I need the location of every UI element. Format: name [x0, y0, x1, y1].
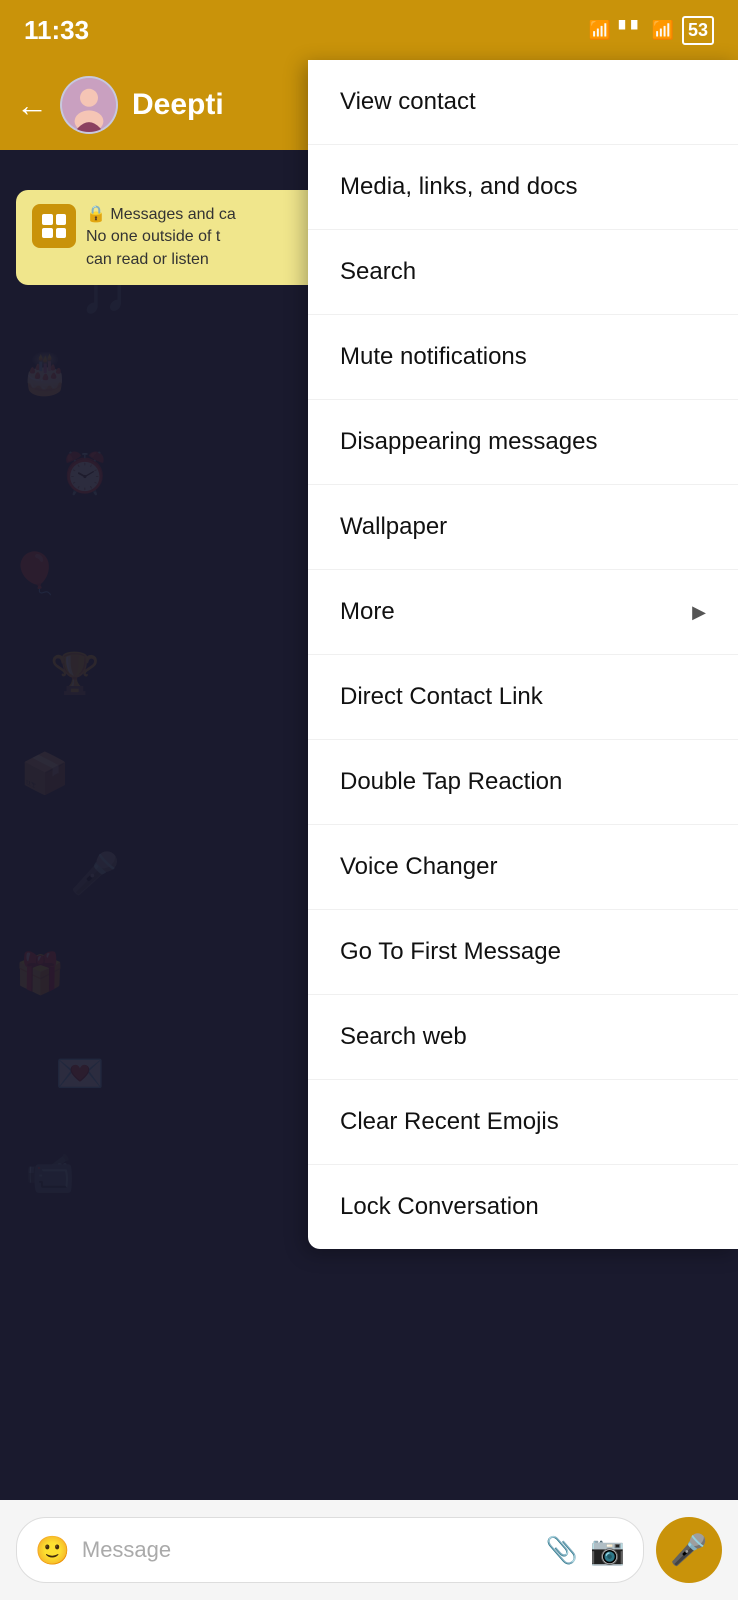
menu-item-label: Direct Contact Link	[340, 683, 543, 711]
menu-item-wallpaper[interactable]: Wallpaper	[308, 485, 738, 570]
menu-item-go-to-first-message[interactable]: Go To First Message	[308, 910, 738, 995]
back-button[interactable]: ←	[16, 87, 48, 124]
menu-item-label: Search	[340, 258, 416, 286]
wifi-icon: 📶	[589, 20, 611, 41]
menu-item-media,-links,-and-docs[interactable]: Media, links, and docs	[308, 145, 738, 230]
menu-item-label: Disappearing messages	[340, 428, 597, 456]
status-icons: 📶 ▘▘ 📶 53	[589, 16, 714, 45]
signal-icon1: ▘▘	[619, 20, 644, 40]
menu-item-label: Search web	[340, 1023, 467, 1051]
menu-item-label: Media, links, and docs	[340, 173, 577, 201]
menu-item-label: Clear Recent Emojis	[340, 1108, 559, 1136]
menu-item-view-contact[interactable]: View contact	[308, 60, 738, 145]
attachment-icon[interactable]: 📎	[546, 1535, 578, 1566]
menu-item-search-web[interactable]: Search web	[308, 995, 738, 1080]
mic-button[interactable]: 🎤	[656, 1517, 722, 1583]
encryption-icon	[32, 204, 76, 248]
menu-item-label: More	[340, 598, 395, 626]
menu-item-label: Voice Changer	[340, 853, 497, 881]
menu-item-lock-conversation[interactable]: Lock Conversation	[308, 1165, 738, 1249]
menu-item-more[interactable]: More ▶	[308, 570, 738, 655]
menu-item-label: Lock Conversation	[340, 1193, 539, 1221]
menu-item-label: Mute notifications	[340, 343, 527, 371]
menu-item-disappearing-messages[interactable]: Disappearing messages	[308, 400, 738, 485]
message-placeholder[interactable]: Message	[82, 1537, 534, 1563]
menu-item-label: Double Tap Reaction	[340, 768, 562, 796]
contact-name[interactable]: Deepti	[132, 88, 224, 122]
emoji-button[interactable]: 🙂	[35, 1534, 70, 1567]
message-input-wrap: 🙂 Message 📎 📷	[16, 1517, 644, 1583]
avatar	[60, 76, 118, 134]
battery-indicator: 53	[682, 16, 714, 45]
chevron-right-icon: ▶	[692, 602, 706, 623]
status-bar: 11:33 📶 ▘▘ 📶 53	[0, 0, 738, 60]
encryption-text: 🔒 Messages and ca No one outside of t ca…	[86, 204, 236, 271]
menu-item-double-tap-reaction[interactable]: Double Tap Reaction	[308, 740, 738, 825]
signal-icon2: 📶	[652, 20, 674, 41]
menu-item-mute-notifications[interactable]: Mute notifications	[308, 315, 738, 400]
dropdown-menu: View contact Media, links, and docs Search…	[308, 60, 738, 1249]
menu-item-direct-contact-link[interactable]: Direct Contact Link	[308, 655, 738, 740]
status-time: 11:33	[24, 15, 89, 46]
menu-item-search[interactable]: Search	[308, 230, 738, 315]
menu-item-label: Wallpaper	[340, 513, 447, 541]
menu-item-clear-recent-emojis[interactable]: Clear Recent Emojis	[308, 1080, 738, 1165]
mic-icon: 🎤	[670, 1533, 707, 1568]
menu-item-label: View contact	[340, 88, 476, 116]
bottom-bar: 🙂 Message 📎 📷 🎤	[0, 1500, 738, 1600]
camera-icon[interactable]: 📷	[590, 1534, 625, 1567]
menu-item-label: Go To First Message	[340, 938, 561, 966]
menu-item-voice-changer[interactable]: Voice Changer	[308, 825, 738, 910]
